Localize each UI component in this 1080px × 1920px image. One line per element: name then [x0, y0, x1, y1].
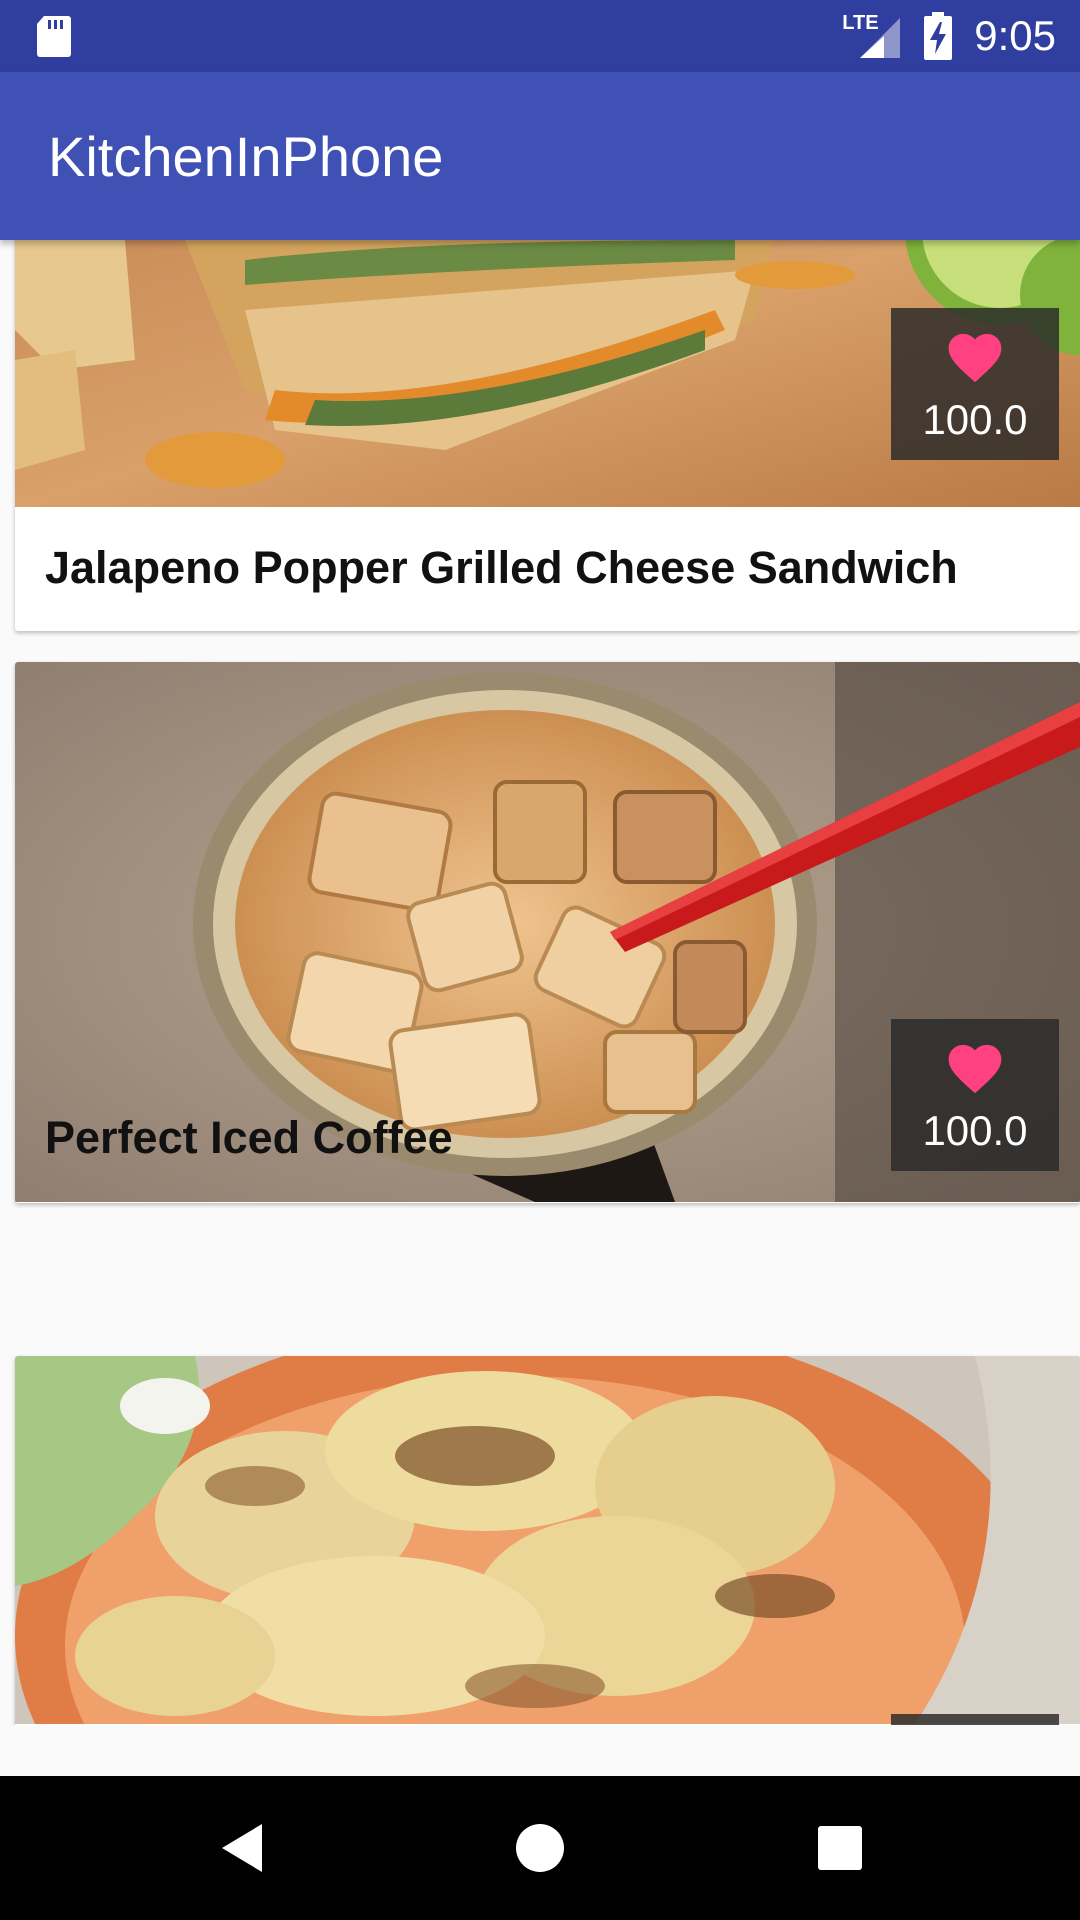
sd-card-icon	[37, 16, 71, 57]
favorite-count: 100.0	[922, 396, 1028, 443]
app-title: KitchenInPhone	[48, 125, 444, 188]
app-bar: KitchenInPhone	[0, 72, 1080, 240]
recents-icon[interactable]	[808, 1816, 872, 1880]
clock: 9:05	[974, 12, 1056, 59]
battery-charging-icon	[924, 12, 953, 60]
favorite-badge[interactable]: 100.0	[891, 308, 1059, 460]
recipe-card[interactable]	[15, 1356, 1080, 1776]
heart-icon[interactable]	[943, 1037, 1007, 1095]
recipe-card[interactable]: 100.0 Jalapeno Popper Grilled Cheese San…	[15, 240, 1080, 631]
recipe-list[interactable]: 100.0 Jalapeno Popper Grilled Cheese San…	[0, 240, 1080, 1776]
recipe-card[interactable]: 100.0 Perfect Iced Coffee	[15, 662, 1080, 1203]
heart-icon[interactable]	[943, 326, 1007, 384]
back-icon[interactable]	[210, 1816, 274, 1880]
favorite-badge[interactable]: 100.0	[891, 1019, 1059, 1171]
recipe-title: Jalapeno Popper Grilled Cheese Sandwich	[45, 542, 958, 593]
recipe-photo	[15, 1356, 1080, 1724]
status-bar: LTE 9:05	[0, 0, 1080, 72]
home-icon[interactable]	[508, 1816, 572, 1880]
recipe-title: Perfect Iced Coffee	[45, 1112, 453, 1163]
list-fade-area	[0, 1725, 1080, 1776]
favorite-count: 100.0	[922, 1107, 1028, 1154]
signal-icon: LTE	[842, 12, 902, 60]
navigation-bar	[0, 1776, 1080, 1920]
